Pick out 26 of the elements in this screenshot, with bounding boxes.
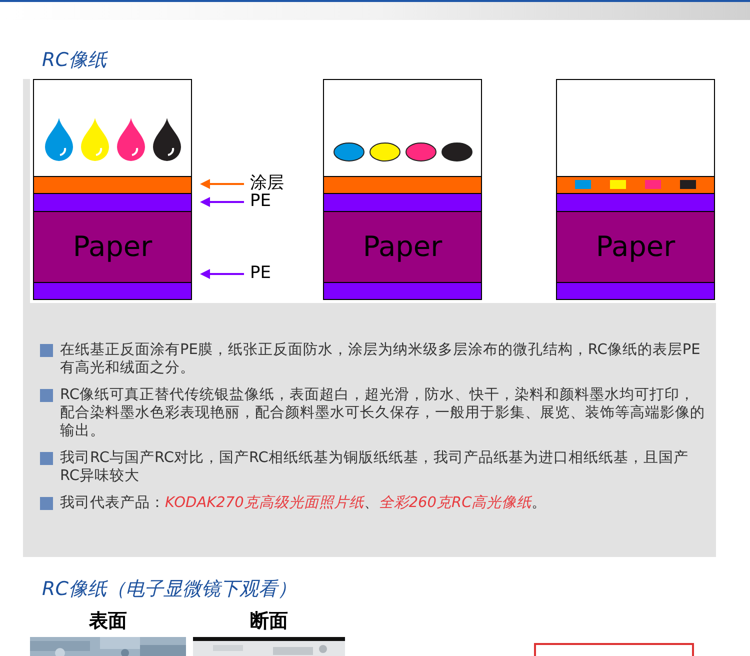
- ink-square-icon: [645, 180, 662, 189]
- paper-label: Paper: [72, 228, 152, 264]
- view-label: 断面: [250, 609, 288, 633]
- note-text: 我司代表产品：KODAK270克高级光面照片纸、全彩260克RC高光像纸。: [60, 494, 548, 512]
- bullet-icon: [40, 344, 53, 356]
- note-text: 我司RC与国产RC对比，国产RC相纸纸基为铜版纸纸基，我司产品纸基为进口相纸纸基，且国产RC异味较大: [60, 448, 690, 484]
- section-title: RC像纸: [42, 49, 106, 71]
- product-link[interactable]: KODAK270克高级光面照片纸: [165, 494, 364, 510]
- product-link[interactable]: 全彩260克RC高光像纸: [378, 494, 532, 510]
- layer-label: PE: [250, 265, 271, 282]
- note-text: 在纸基正反面涂有PE膜，纸张正反面防水，涂层为纳米级多层涂布的微孔结构，RC像纸的表层PE有高光和绒面之分。: [60, 340, 702, 376]
- bullet-icon: [40, 388, 53, 402]
- paper-label: Paper: [362, 228, 442, 264]
- bullet-icon: [40, 452, 53, 464]
- paper-label: Paper: [596, 228, 676, 264]
- layer-label: 涂层: [250, 175, 284, 192]
- bullet-icon: [40, 496, 53, 510]
- ink-drops-icon: [42, 118, 182, 162]
- view-label: 表面: [89, 609, 127, 633]
- ink-square-icon: [574, 180, 591, 189]
- layer-label: PE: [250, 193, 271, 210]
- ink-dots-icon: [332, 142, 472, 162]
- note-text: RC像纸可真正替代传统银盐像纸，表面超白，超光滑，防水、快干，染料和颜料墨水均可打印，配合染料墨水色彩表现艳丽，配合颜料墨水可长久保存，一般用于影集、展览、装饰等高端影像的输出。: [60, 386, 705, 440]
- section-title: RC像纸（电子显微镜下观看）: [42, 578, 296, 600]
- ink-square-icon: [680, 180, 696, 189]
- ink-square-icon: [610, 180, 626, 189]
